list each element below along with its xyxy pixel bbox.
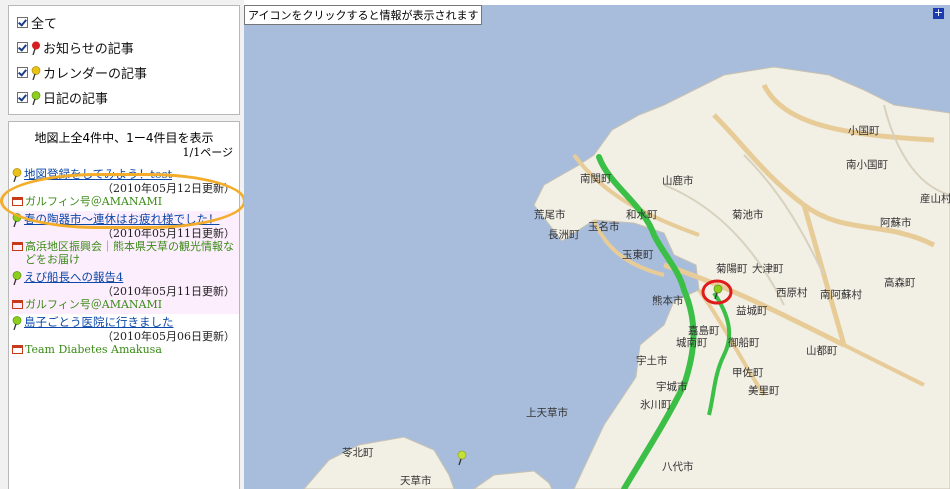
town-label: 産山村: [920, 193, 950, 205]
town-label: 阿蘇市: [880, 217, 912, 229]
town-label: 御船町: [728, 337, 760, 349]
filter-all[interactable]: 全て: [17, 10, 239, 35]
town-label: 小国町: [848, 125, 880, 137]
entry-date: （2010年05月11日更新）: [102, 227, 235, 240]
town-label: 南阿蘇村: [820, 289, 862, 301]
filter-diary-label: 日記の記事: [43, 92, 109, 107]
entry-title-link[interactable]: 地図登録をしてみよう！test: [24, 168, 172, 181]
checkbox-calendar[interactable]: [17, 67, 28, 78]
entry-date: （2010年05月12日更新）: [102, 182, 235, 195]
green-pin-icon: [12, 316, 22, 330]
list-item: 島子ごとう医院に行きました （2010年05月06日更新） Team Diabe…: [9, 314, 239, 359]
filter-calendar[interactable]: カレンダーの記事: [17, 60, 239, 85]
filter-diary[interactable]: 日記の記事: [17, 85, 239, 110]
town-label: 益城町: [736, 305, 768, 317]
entry-blog-link[interactable]: 高浜地区振興会｜熊本県天草の観光情報などをお届け: [25, 240, 237, 266]
town-label: 宇城市: [656, 381, 688, 393]
town-label: 南関町: [580, 173, 612, 185]
list-item: 地図登録をしてみよう！test （2010年05月12日更新） ガルフィン号＠A…: [9, 166, 239, 211]
page-indicator: 1/1ページ: [182, 146, 233, 159]
list-item: えび船長への報告4 （2010年05月11日更新） ガルフィン号＠AMANAMI: [9, 269, 239, 314]
checkbox-news[interactable]: [17, 42, 28, 53]
town-label: 玉東町: [622, 249, 654, 261]
green-pin-icon: [31, 90, 41, 105]
blog-window-icon: [12, 300, 23, 309]
town-label: 苓北町: [342, 447, 374, 459]
town-label: 城南町: [676, 337, 708, 349]
blog-window-icon: [12, 197, 23, 206]
blog-window-icon: [12, 345, 23, 354]
town-label: 美里町: [748, 385, 780, 397]
town-label: 和水町: [626, 209, 658, 221]
entry-title-link[interactable]: えび船長への報告4: [24, 271, 123, 284]
map-view[interactable]: アイコンをクリックすると情報が表示されます + 小国町 南小国町 産山村 南関町…: [244, 5, 950, 489]
map-canvas: [303, 66, 950, 489]
checkbox-all[interactable]: [17, 17, 28, 28]
town-label: 高森町: [884, 277, 916, 289]
expand-map-button[interactable]: +: [933, 7, 944, 19]
filter-news[interactable]: お知らせの記事: [17, 35, 239, 60]
blog-window-icon: [12, 242, 23, 251]
yellow-pin-icon: [12, 168, 22, 182]
town-label: 山鹿市: [662, 175, 694, 187]
town-label: 長洲町: [548, 229, 580, 241]
town-label: 菊池市: [732, 209, 764, 221]
town-label: 荒尾市: [534, 209, 566, 221]
town-label: 氷川町: [640, 399, 672, 411]
entry-date: （2010年05月11日更新）: [102, 285, 235, 298]
filter-news-label: お知らせの記事: [43, 42, 134, 57]
green-pin-icon: [12, 271, 22, 285]
town-label: 西原村: [776, 287, 808, 299]
town-label: 山都町: [806, 345, 838, 357]
town-label: 大津町: [752, 263, 784, 275]
list-item: 春の陶器市〜連休はお疲れ様でした！ （2010年05月11日更新） 高浜地区振興…: [9, 211, 239, 269]
red-pin-icon: [32, 41, 40, 55]
entry-title-link[interactable]: 島子ごとう医院に行きました: [24, 316, 174, 329]
town-label: 菊陽町: [716, 263, 748, 275]
town-label: 熊本市: [652, 295, 684, 307]
entry-blog-link[interactable]: ガルフィン号＠AMANAMI: [25, 195, 162, 208]
town-label: 上天草市: [526, 407, 568, 419]
green-pin-icon: [12, 213, 22, 227]
filter-calendar-label: カレンダーの記事: [43, 67, 148, 82]
category-filter: 全て お知らせの記事 カレンダーの記事 日記の記事: [8, 5, 240, 115]
yellow-pin-icon: [31, 65, 41, 80]
article-list: 地図上全4件中、1ー4件目を表示 1/1ページ 地図登録をしてみよう！test …: [8, 121, 240, 489]
town-label: 甲佐町: [732, 367, 764, 379]
town-label: 八代市: [662, 461, 694, 473]
yellow-pin-icon[interactable]: [457, 450, 467, 466]
checkbox-diary[interactable]: [17, 92, 28, 103]
entry-title-link[interactable]: 春の陶器市〜連休はお疲れ様でした！: [24, 213, 220, 226]
town-label: 玉名市: [588, 221, 620, 233]
entry-date: （2010年05月06日更新）: [102, 330, 235, 343]
town-label: 南小国町: [846, 159, 888, 171]
town-label: 宇土市: [636, 355, 668, 367]
entry-blog-link[interactable]: Team Diabetes Amakusa: [25, 343, 162, 356]
left-panel: 全て お知らせの記事 カレンダーの記事 日記の記事 地図上全4件中、1ー4件目を…: [0, 0, 246, 489]
result-summary: 地図上全4件中、1ー4件目を表示: [34, 131, 214, 145]
map-hint-label: アイコンをクリックすると情報が表示されます: [244, 5, 483, 25]
filter-all-label: 全て: [31, 17, 58, 32]
town-label: 天草市: [400, 475, 432, 487]
entry-blog-link[interactable]: ガルフィン号＠AMANAMI: [25, 298, 162, 311]
